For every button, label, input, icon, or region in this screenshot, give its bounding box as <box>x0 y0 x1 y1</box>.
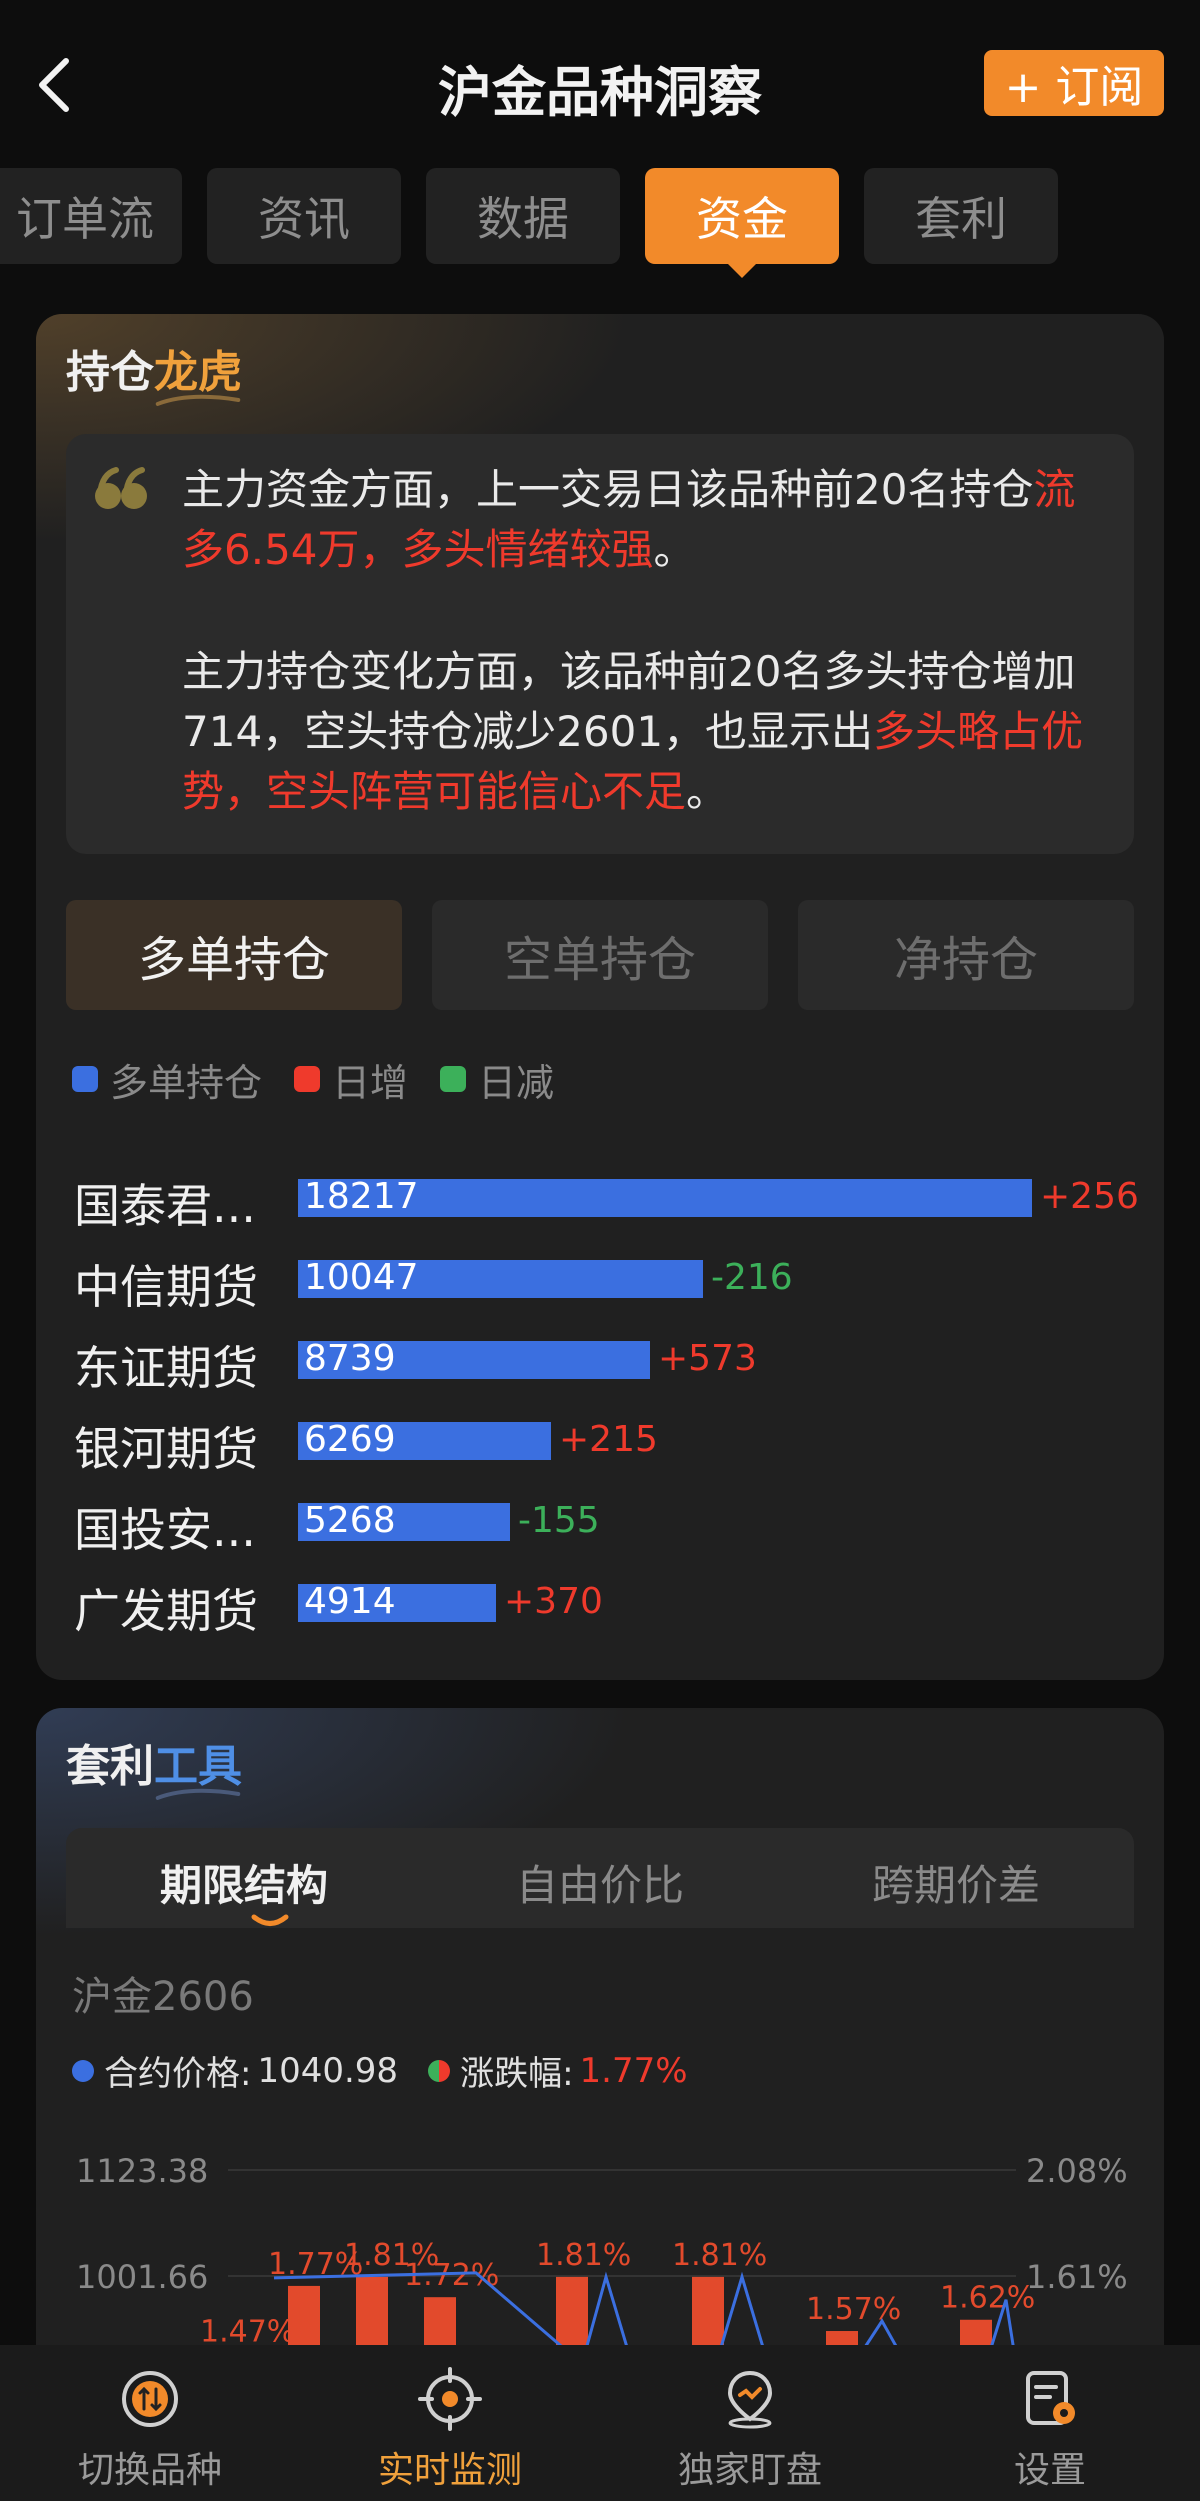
header: 沪金品种洞察 + 订阅 <box>0 0 1200 160</box>
subtab-calendar-spread[interactable]: 跨期价差 <box>778 1852 1134 1913</box>
positions-legend: 多单持仓 日增 日减 <box>72 1052 586 1107</box>
y-right-tick-label: 2.08% <box>1026 2152 1128 2190</box>
card-title-plain: 套利 <box>66 1741 154 1792</box>
segment-short-positions[interactable]: 空单持仓 <box>432 900 768 1010</box>
broker-name: 国泰君... <box>74 1179 256 1233</box>
change-legend-label: 涨跌幅: <box>460 2054 574 2094</box>
insight-punct: 。 <box>686 767 729 816</box>
price-legend-value: 1040.98 <box>257 2050 399 2091</box>
segment-net-positions[interactable]: 净持仓 <box>798 900 1134 1010</box>
nav-settings[interactable]: 设置 <box>900 2345 1200 2501</box>
position-value: 10047 <box>304 1257 419 1298</box>
tab-bar: 订单流 资讯 数据 资金 套利 <box>0 168 1200 278</box>
legend-item: 多单持仓 <box>72 1052 262 1107</box>
card-title: 持仓龙虎 <box>66 336 242 406</box>
position-change: +215 <box>559 1419 658 1460</box>
y-right-tick-label: 1.61% <box>1026 2258 1128 2296</box>
segment-long-positions[interactable]: 多单持仓 <box>66 900 402 1010</box>
bottom-nav: 切换品种 实时监测 独家盯盘 设置 <box>0 2345 1200 2501</box>
insight-paragraph-2: 主力持仓变化方面，该品种前20名多头持仓增加714，空头持仓减少2601，也显示… <box>182 642 1102 822</box>
broker-name: 广发期货 <box>74 1584 258 1638</box>
arbitrage-card: 套利工具 期限结构 自由价比 跨期价差 沪金2606 合约价格: 1040.98… <box>36 1708 1164 2408</box>
position-value: 5268 <box>304 1500 396 1541</box>
price-legend-label: 合约价格: <box>104 2054 252 2094</box>
legend-label: 多单持仓 <box>110 1060 263 1105</box>
bar-data-label: 1.81% <box>672 2238 767 2273</box>
tab-order-flow[interactable]: 订单流 <box>0 168 182 264</box>
change-legend-dot <box>428 2059 451 2082</box>
settings-icon <box>1026 2371 1075 2425</box>
tab-funds[interactable]: 资金 <box>645 168 839 278</box>
tab-data[interactable]: 数据 <box>426 168 620 264</box>
position-row[interactable]: 银河期货 6269 +215 <box>36 1407 1164 1477</box>
position-change: -155 <box>518 1500 600 1541</box>
position-row[interactable]: 国投安... 5268 -155 <box>36 1488 1164 1558</box>
card-title-highlight: 工具 <box>154 1741 242 1800</box>
arbitrage-subtabs: 期限结构 自由价比 跨期价差 <box>66 1828 1134 1928</box>
card-title-highlight-text: 龙虎 <box>154 347 242 398</box>
positions-card: 持仓龙虎 主力资金方面，上一交易日该品种前20名持仓流多6.54万，多头情绪较强… <box>36 314 1164 1680</box>
nav-switch-variety[interactable]: 切换品种 <box>0 2345 300 2501</box>
card-title-highlight: 龙虎 <box>154 347 242 406</box>
active-indicator <box>251 1914 289 1926</box>
contract-name: 沪金2606 <box>72 1974 254 2020</box>
insight-box: 主力资金方面，上一交易日该品种前20名持仓流多6.54万，多头情绪较强。 主力持… <box>66 434 1134 854</box>
position-change: +573 <box>658 1338 757 1379</box>
card-title-highlight-text: 工具 <box>154 1741 242 1792</box>
change-legend-value: 1.77% <box>579 2050 688 2091</box>
card-title-plain: 持仓 <box>66 347 154 398</box>
chart-legend: 合约价格: 1040.98 涨跌幅: 1.77% <box>72 2046 718 2095</box>
subtab-term-structure[interactable]: 期限结构 <box>66 1852 422 1913</box>
card-title: 套利工具 <box>66 1730 242 1800</box>
bar-data-label: 1.62% <box>940 2281 1035 2316</box>
y-left-tick-label: 1123.38 <box>76 2152 208 2190</box>
legend-item: 日减 <box>440 1052 554 1107</box>
bar-data-label: 1.81% <box>536 2238 631 2273</box>
nav-exclusive-watch[interactable]: 独家盯盘 <box>600 2345 900 2501</box>
position-value: 8739 <box>304 1338 396 1379</box>
legend-item: 日增 <box>294 1052 408 1107</box>
position-change: +256 <box>1040 1176 1139 1217</box>
position-value: 6269 <box>304 1419 396 1460</box>
y-left-tick-label: 1001.66 <box>76 2258 208 2296</box>
broker-name: 银河期货 <box>74 1422 258 1476</box>
legend-swatch <box>294 1066 321 1092</box>
swoosh-decoration <box>155 394 241 406</box>
position-row[interactable]: 东证期货 8739 +573 <box>36 1326 1164 1396</box>
position-value: 18217 <box>304 1176 419 1217</box>
tab-arbitrage[interactable]: 套利 <box>864 168 1058 264</box>
nav-label: 实时监测 <box>377 2450 522 2491</box>
bar-data-label: 1.57% <box>806 2292 901 2327</box>
nav-label: 独家盯盘 <box>677 2450 822 2491</box>
swoosh-decoration <box>155 1788 241 1800</box>
location-icon <box>727 2370 773 2429</box>
legend-label: 日减 <box>478 1060 555 1105</box>
subscribe-button[interactable]: + 订阅 <box>984 50 1164 116</box>
broker-name: 中信期货 <box>74 1260 258 1314</box>
subtab-free-ratio[interactable]: 自由价比 <box>422 1852 778 1913</box>
legend-swatch <box>72 1066 98 1092</box>
position-row[interactable]: 国泰君... 18217 +256 <box>36 1164 1164 1234</box>
nav-label: 设置 <box>1013 2450 1086 2491</box>
tab-news[interactable]: 资讯 <box>207 168 401 264</box>
position-value: 4914 <box>304 1581 396 1622</box>
legend-label: 日增 <box>332 1060 409 1105</box>
position-row[interactable]: 中信期货 10047 -216 <box>36 1245 1164 1315</box>
position-row[interactable]: 广发期货 4914 +370 <box>36 1569 1164 1639</box>
insight-punct: 。 <box>653 525 696 574</box>
price-legend-dot <box>72 2059 94 2082</box>
broker-name: 东证期货 <box>74 1341 258 1395</box>
position-change: -216 <box>711 1257 793 1298</box>
insight-paragraph-1: 主力资金方面，上一交易日该品种前20名持仓流多6.54万，多头情绪较强。 <box>182 460 1102 580</box>
target-icon <box>418 2367 482 2431</box>
legend-swatch <box>440 1066 467 1092</box>
nav-label: 切换品种 <box>77 2450 222 2491</box>
insight-text: 主力资金方面，上一交易日该品种前20名持仓 <box>182 465 1034 514</box>
switch-icon <box>122 2371 178 2427</box>
quote-icon <box>95 467 147 509</box>
broker-name: 国投安... <box>74 1503 256 1557</box>
position-change: +370 <box>504 1581 603 1622</box>
nav-realtime-monitor[interactable]: 实时监测 <box>300 2345 600 2501</box>
